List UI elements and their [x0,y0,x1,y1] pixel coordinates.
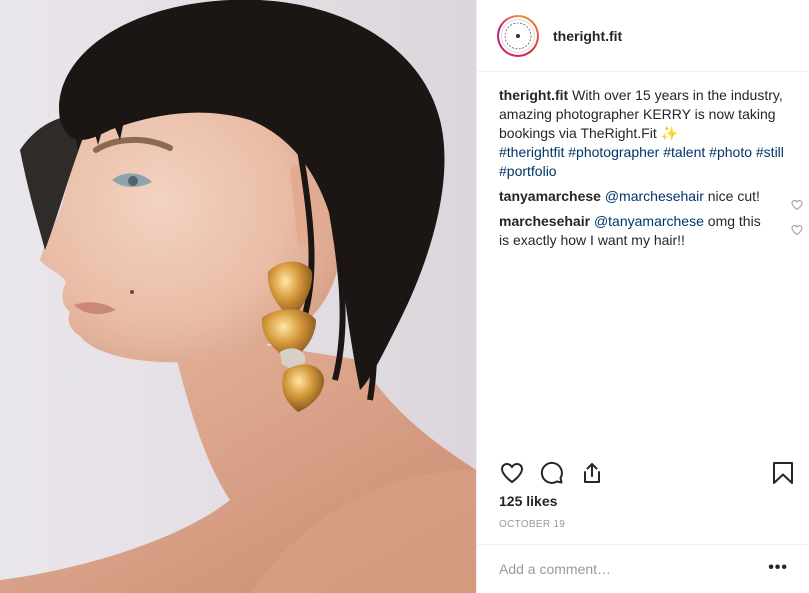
bookmark-icon [773,462,793,484]
save-button[interactable] [770,459,796,487]
hashtag-link[interactable]: #portfolio [499,163,557,179]
add-comment-bar: ••• [477,544,809,593]
comments-list: theright.fit With over 15 years in the i… [499,86,803,256]
add-comment-input[interactable] [499,559,739,579]
comment-button[interactable] [539,459,565,487]
comment-text: nice cut! [707,188,760,204]
hashtag-link[interactable]: #photo [709,144,752,160]
post-actions [499,459,796,487]
hashtag-link[interactable]: #therightfit [499,144,564,160]
heart-icon[interactable] [791,224,803,236]
comment-item: marchesehair @tanyamarchese omg this is … [499,212,803,250]
hashtag-link[interactable]: #still [756,144,784,160]
post-date[interactable]: OCTOBER 19 [499,519,565,530]
hashtag-link[interactable]: #talent [663,144,705,160]
account-avatar[interactable] [497,14,539,57]
comment-icon [540,461,563,484]
account-username[interactable]: theright.fit [553,28,622,44]
like-button[interactable] [499,459,525,487]
theright-fit-logo-icon [504,22,532,49]
post-photo[interactable] [0,0,476,593]
hashtag-link[interactable]: #photographer [568,144,659,160]
comment-mention[interactable]: @tanyamarchese [594,213,704,229]
comment-username[interactable]: marchesehair [499,213,590,229]
likes-count[interactable]: 125 likes [499,493,557,509]
post-header: theright.fit [477,0,809,72]
caption-username[interactable]: theright.fit [499,87,568,103]
sparkles-emoji: ✨ [660,125,679,141]
comment-item: tanyamarchese @marchesehair nice cut! [499,187,803,211]
heart-icon[interactable] [791,199,803,211]
comment-username[interactable]: tanyamarchese [499,188,601,204]
heart-icon [500,462,524,484]
more-options-icon[interactable]: ••• [768,559,788,577]
portrait-illustration [0,0,476,593]
comment-mention[interactable]: @marchesehair [605,188,704,204]
share-button[interactable] [579,459,605,487]
share-icon [584,463,600,483]
post-caption: theright.fit With over 15 years in the i… [499,86,789,181]
post-sidebar: theright.fit theright.fit With over 15 y… [476,0,809,593]
